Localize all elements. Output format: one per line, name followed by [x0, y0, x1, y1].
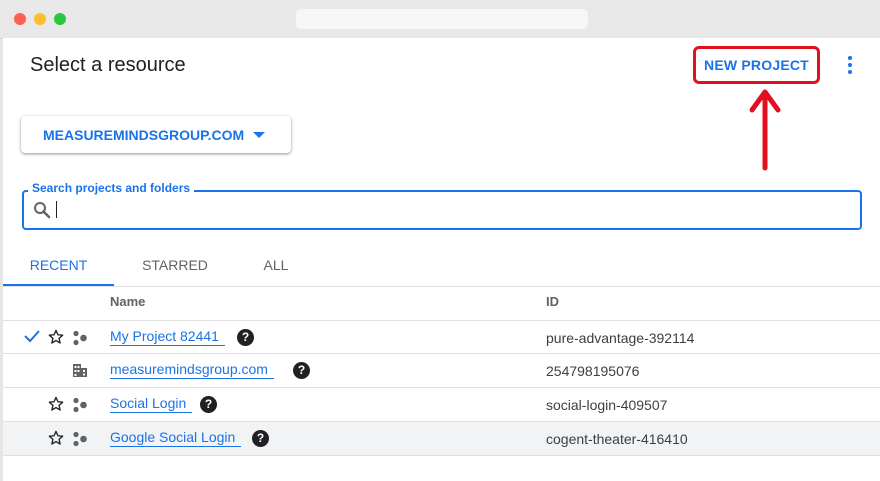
- dialog-title: Select a resource: [30, 54, 186, 76]
- new-project-button[interactable]: NEW PROJECT: [693, 46, 820, 84]
- project-id: social-login-409507: [546, 397, 668, 413]
- maximize-window-button[interactable]: [54, 13, 66, 25]
- search-icon: [34, 202, 51, 219]
- select-resource-dialog: Select a resource NEW PROJECT MEASUREMIN…: [3, 38, 880, 481]
- project-icon: [73, 397, 87, 413]
- help-icon[interactable]: ?: [252, 430, 269, 447]
- project-id: cogent-theater-416410: [546, 431, 688, 447]
- dropdown-caret-icon: [253, 131, 266, 138]
- project-icon: [73, 431, 87, 447]
- column-header-id[interactable]: ID: [546, 294, 559, 309]
- project-name-link[interactable]: Google Social Login: [110, 429, 242, 447]
- table-row[interactable]: Social Login ? social-login-409507: [3, 388, 880, 422]
- annotation-arrow-icon: [749, 89, 781, 171]
- project-name-link[interactable]: My Project 82441: [110, 328, 225, 346]
- star-outline-icon[interactable]: [48, 396, 64, 412]
- window-titlebar: [0, 0, 880, 39]
- tab-recent[interactable]: RECENT: [3, 248, 114, 286]
- search-label: Search projects and folders: [28, 181, 195, 195]
- tab-all[interactable]: ALL: [236, 248, 316, 286]
- table-row[interactable]: Google Social Login ? cogent-theater-416…: [3, 422, 880, 456]
- table-row[interactable]: My Project 82441 ? pure-advantage-392114: [3, 320, 880, 354]
- check-icon: [24, 330, 40, 343]
- project-icon: [73, 330, 87, 346]
- minimize-window-button[interactable]: [34, 13, 46, 25]
- star-outline-icon[interactable]: [48, 329, 64, 345]
- star-outline-icon[interactable]: [48, 430, 64, 446]
- help-icon[interactable]: ?: [237, 329, 254, 346]
- organization-name-link[interactable]: measuremindsgroup.com: [110, 361, 274, 379]
- tab-starred[interactable]: STARRED: [114, 248, 236, 286]
- help-icon[interactable]: ?: [200, 396, 217, 413]
- column-header-name[interactable]: Name: [110, 294, 145, 309]
- close-window-button[interactable]: [14, 13, 26, 25]
- help-icon[interactable]: ?: [293, 362, 310, 379]
- table-row[interactable]: measuremindsgroup.com ? 254798195076: [3, 354, 880, 388]
- search-input[interactable]: [22, 190, 862, 230]
- organization-building-icon: [73, 364, 87, 377]
- project-id: pure-advantage-392114: [546, 330, 695, 346]
- project-name-link[interactable]: Social Login: [110, 395, 193, 413]
- resource-tabs: RECENT STARRED ALL: [3, 248, 880, 287]
- organization-id: 254798195076: [546, 363, 640, 379]
- organization-selector-label: MEASUREMINDSGROUP.COM: [43, 126, 245, 143]
- more-options-icon[interactable]: [845, 56, 855, 78]
- text-cursor: [56, 201, 57, 218]
- address-bar[interactable]: [296, 9, 588, 29]
- organization-selector[interactable]: MEASUREMINDSGROUP.COM: [21, 116, 291, 153]
